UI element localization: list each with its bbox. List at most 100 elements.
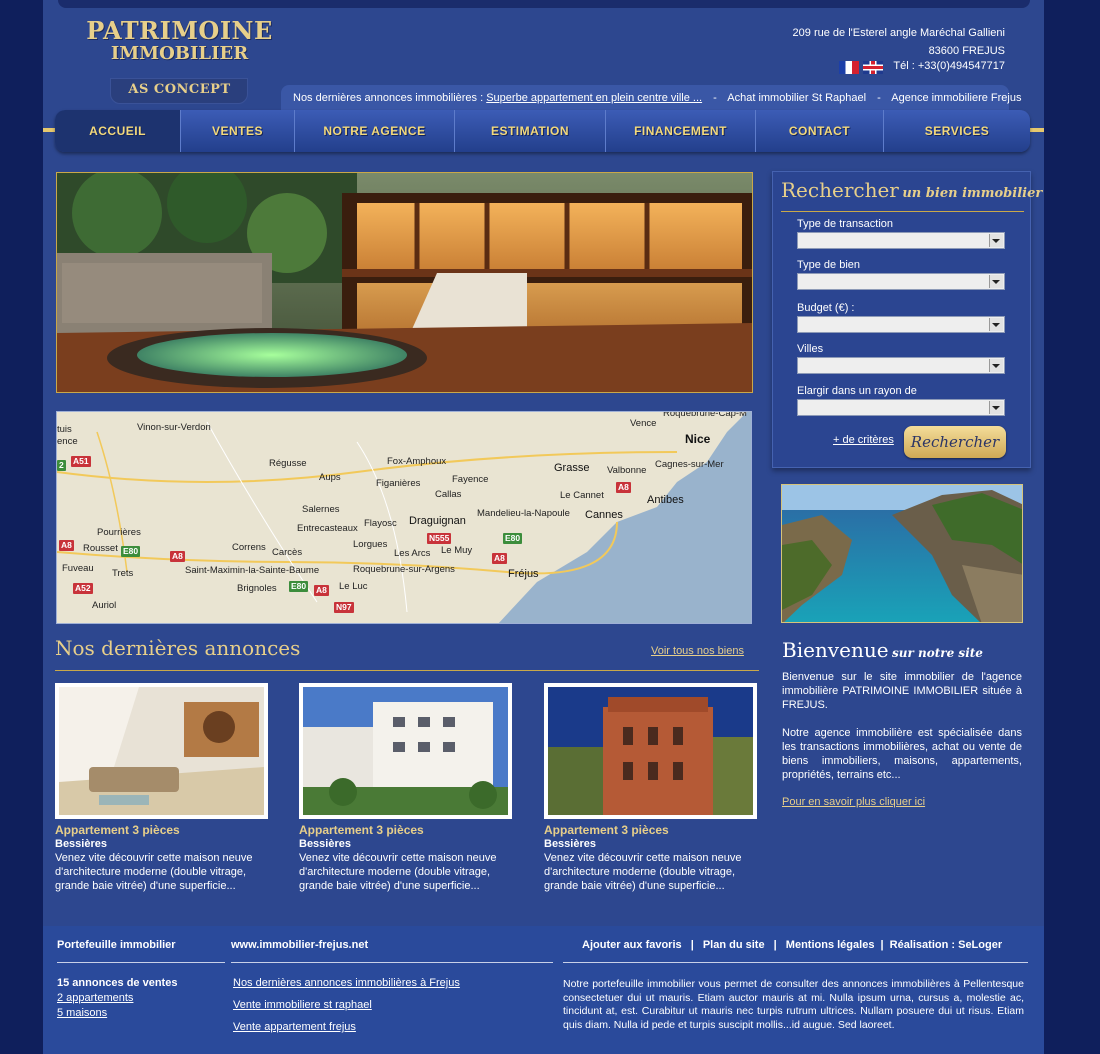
more-criteria-link[interactable]: + de critères [833,434,894,446]
ticker-sep: - [877,92,881,104]
listings-title: Nos dernières annonces [55,636,301,660]
footer-description: Notre portefeuille immobilier vous perme… [563,978,1024,1031]
listing-description: Venez vite découvrir cette maison neuve … [55,852,253,892]
listing-title[interactable]: Appartement 3 pièces [299,823,514,837]
nav-item-financement[interactable]: FINANCEMENT [606,110,756,152]
map-city-label: Vence [630,418,657,429]
address-city: 83600 FREJUS [928,45,1005,57]
footer-divider [563,962,1028,963]
map-road-label: A51 [71,456,91,467]
search-button[interactable]: Rechercher [904,426,1006,458]
radius-select[interactable] [797,399,1005,416]
welcome-title-sub: sur notre site [892,646,983,660]
footer-portfolio-title: Portefeuille immobilier [57,939,176,951]
footer-apartments-link[interactable]: 2 appartements [57,992,133,1004]
map-city-label: Le Cannet [560,490,604,501]
map-city-label: Roquebrune-sur-Argens [353,564,455,575]
budget-field: Budget (€) : [797,302,1007,333]
map-city-label: Le Muy [441,545,473,556]
listing-photo[interactable] [299,683,512,819]
map-city-label: Fuveau [62,563,94,574]
footer-listing-count: 15 annonces de ventes [57,977,178,989]
nav-item-accueil[interactable]: ACCUEIL [55,110,181,152]
footer-site-title: www.immobilier-frejus.net [231,939,369,951]
map-city-label: Valbonne [607,465,647,476]
radius-label: Elargir dans un rayon de [797,385,917,397]
listing-card[interactable]: Appartement 3 pièces Bessières Venez vit… [299,683,514,893]
listing-title[interactable]: Appartement 3 pièces [55,823,270,837]
map-city-label: Cannes [585,509,623,521]
welcome-paragraph-2: Notre agence immobilière est spécialisée… [782,727,1022,781]
map-city-label: Auriol [92,600,117,611]
nav-item-notre-agence[interactable]: NOTRE AGENCE [295,110,455,152]
listing-title[interactable]: Appartement 3 pièces [544,823,759,837]
property-type-label: Type de bien [797,259,860,271]
add-favorites-link[interactable]: Ajouter aux favoris [582,939,682,951]
listing-photo[interactable] [544,683,757,819]
hero-house-photo [56,172,753,393]
budget-select[interactable] [797,316,1005,333]
ticker-item-2[interactable]: Achat immobilier St Raphael [727,92,866,104]
ticker-link[interactable]: Superbe appartement en plein centre vill… [486,92,702,104]
map-road-label: E80 [289,581,309,592]
logo-line3: AS CONCEPT [128,82,231,97]
news-ticker: Nos dernières annonces immobilières : Su… [281,85,1021,111]
city-field: Villes [797,343,1007,374]
ticker-item-3[interactable]: Agence immobiliere Frejus [891,92,1021,104]
map-road-label: N97 [334,602,354,613]
ticker-sep: - [713,92,717,104]
map-city-label: Le Luc [339,581,368,592]
footer-divider [231,962,553,963]
language-flags [839,61,883,74]
footer-link-frejus[interactable]: Vente appartement frejus [233,1021,356,1033]
nav-item-contact[interactable]: CONTACT [756,110,884,152]
map-city-label: Nice [685,432,711,446]
see-all-listings-link[interactable]: Voir tous nos biens [651,645,744,657]
map-city-label: Saint-Maximin-la-Sainte-Baume [185,565,320,576]
legal-notice-link[interactable]: Mentions légales [786,939,875,951]
map-city-label: Fayence [452,474,489,485]
nav-item-ventes[interactable]: VENTES [181,110,295,152]
footer-houses-link[interactable]: 5 maisons [57,1007,107,1019]
region-map[interactable]: tuis ence Vinon-sur-Verdon Nice Vence Ro… [56,411,752,624]
map-road-label: A8 [170,551,185,562]
learn-more-link[interactable]: Pour en savoir plus cliquer ici [782,796,1022,808]
footer-sep: | [773,939,777,951]
chevron-down-icon [992,323,1000,327]
main-nav: ACCUEIL VENTES NOTRE AGENCE ESTIMATION F… [55,110,1030,152]
credits-link[interactable]: Réalisation : SeLoger [890,939,1002,951]
map-city-label: Pourrières [97,527,141,538]
sitemap-link[interactable]: Plan du site [703,939,765,951]
french-flag-icon[interactable] [839,61,859,74]
logo-line2: IMMOBILIER [110,43,249,64]
address-street: 209 rue de l'Esterel angle Maréchal Gall… [792,27,1005,39]
nav-item-estimation[interactable]: ESTIMATION [455,110,606,152]
city-select[interactable] [797,357,1005,374]
listing-photo[interactable] [55,683,268,819]
phone-number: Tél : +33(0)494547717 [893,60,1005,72]
logo[interactable]: PATRIMOINE IMMOBILIER AS CONCEPT [82,16,277,106]
map-city-label: Figanières [376,478,421,489]
map-road-label: A8 [492,553,507,564]
listing-card[interactable]: Appartement 3 pièces Bessières Venez vit… [55,683,270,893]
footer-link-st-raphael[interactable]: Vente immobiliere st raphael [233,999,372,1011]
transaction-type-field: Type de transaction [797,218,1007,249]
map-road-label: A52 [73,583,93,594]
listing-card[interactable]: Appartement 3 pièces Bessières Venez vit… [544,683,759,893]
welcome-paragraph-1: Bienvenue sur le site immobilier de l'ag… [782,671,1022,711]
coastline-photo [781,484,1023,623]
map-city-label: Cagnes-sur-Mer [655,459,724,470]
uk-flag-icon[interactable] [863,61,883,74]
chevron-down-icon [992,364,1000,368]
chevron-down-icon [992,239,1000,243]
footer-link-latest-listings[interactable]: Nos dernières annonces immobilières à Fr… [233,977,460,989]
map-city-label: Lorgues [353,539,388,550]
map-city-label: tuis [57,424,72,435]
nav-item-services[interactable]: SERVICES [884,110,1030,152]
map-road-label: E80 [503,533,523,544]
map-road-label: E80 [121,546,141,557]
footer-utility-links: Ajouter aux favoris | Plan du site | Men… [582,939,1002,951]
transaction-type-select[interactable] [797,232,1005,249]
top-bar [58,0,1030,8]
property-type-select[interactable] [797,273,1005,290]
